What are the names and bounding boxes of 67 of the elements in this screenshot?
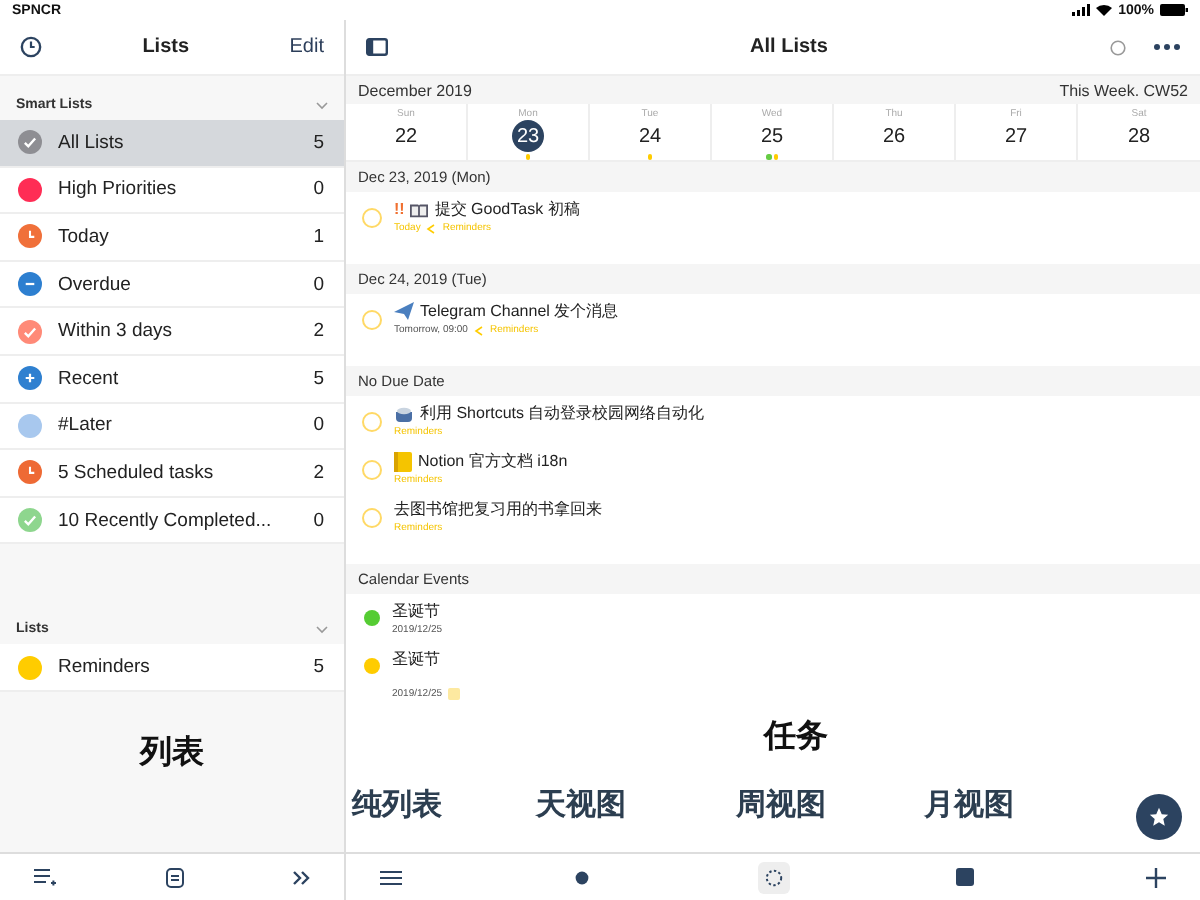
edit-button[interactable]: Edit [289, 36, 324, 58]
annotation-label: 天视图 [536, 786, 626, 824]
task-title: Notion 官方文档 i18n [418, 450, 568, 472]
task-title: Telegram Channel 发个消息 [420, 300, 619, 322]
sidebar-title: Lists [142, 36, 190, 58]
list-icon [473, 325, 484, 335]
wifi-icon [1096, 4, 1113, 16]
list-item[interactable]: Reminders 5 [0, 644, 344, 692]
page-title: All Lists [750, 36, 828, 58]
list-icon [426, 223, 437, 233]
week-label: This Week. CW52 [1059, 81, 1188, 99]
book-icon [410, 201, 429, 217]
annotation-label: 列表 [140, 733, 204, 774]
day-number[interactable]: 23 [512, 120, 544, 152]
star-icon [1148, 806, 1170, 828]
plus-icon [1146, 867, 1166, 887]
list-item[interactable]: High Priorities 0 [0, 167, 344, 215]
dot-icon [574, 869, 591, 885]
day-number[interactable]: 26 [878, 120, 910, 152]
task-checkbox[interactable] [362, 208, 382, 228]
day-number[interactable]: 24 [634, 120, 666, 152]
task-checkbox[interactable] [362, 310, 382, 330]
task-checkbox[interactable] [362, 460, 382, 480]
list-item[interactable]: All Lists 5 [0, 120, 344, 168]
notebook-icon [394, 451, 412, 471]
task-checkbox[interactable] [362, 508, 382, 528]
day-view-button[interactable] [757, 861, 789, 893]
task-checkbox[interactable] [362, 412, 382, 432]
list-item[interactable]: #Later 0 [0, 403, 344, 451]
double-chevron-icon [292, 869, 310, 885]
list-item[interactable]: Today 1 [0, 214, 344, 262]
annotation-label: 月视图 [924, 786, 1014, 824]
month-label: December 2019 [358, 81, 472, 99]
chevron-down-icon[interactable] [316, 100, 328, 112]
square-icon [955, 868, 974, 886]
day-number[interactable]: 25 [756, 120, 788, 152]
task-title: 去图书馆把复习用的书拿回来 [394, 498, 602, 520]
clock-icon[interactable] [20, 36, 42, 58]
signal-icon [1072, 4, 1091, 16]
pot-icon [394, 404, 414, 422]
list-add-icon [34, 868, 56, 886]
list-item[interactable]: Overdue 0 [0, 261, 344, 309]
list-item[interactable]: 10 Recently Completed... 0 [0, 497, 344, 545]
dotted-circle-icon [763, 867, 783, 887]
annotation-label: 纯列表 [352, 786, 442, 824]
menu-icon [380, 869, 402, 885]
list-item[interactable]: 5 Scheduled tasks 2 [0, 450, 344, 498]
priority-mark: !! [394, 200, 405, 218]
task-title: 圣诞节 [392, 648, 440, 670]
task-title: 圣诞节 [392, 600, 440, 622]
battery-icon [1160, 4, 1188, 16]
airplane-icon [394, 302, 414, 320]
task-title: 利用 Shortcuts 自动登录校园网络自动化 [420, 402, 705, 424]
task-title: 提交 GoodTask 初稿 [434, 198, 580, 220]
day-number[interactable]: 27 [1000, 120, 1032, 152]
annotation-label: 任务 [764, 717, 828, 758]
favorites-button[interactable] [1136, 794, 1182, 840]
annotation-label: 周视图 [736, 786, 826, 824]
list-item[interactable]: Within 3 days 2 [0, 308, 344, 356]
day-number[interactable]: 28 [1123, 120, 1155, 152]
more-icon[interactable] [1154, 44, 1180, 50]
chevron-down-icon[interactable] [316, 624, 328, 637]
circle-icon[interactable] [1110, 39, 1126, 55]
day-number[interactable]: 22 [390, 120, 422, 152]
list-item[interactable]: Recent 5 [0, 355, 344, 404]
document-icon [165, 867, 183, 887]
sidebar-toggle-icon[interactable] [366, 38, 388, 56]
